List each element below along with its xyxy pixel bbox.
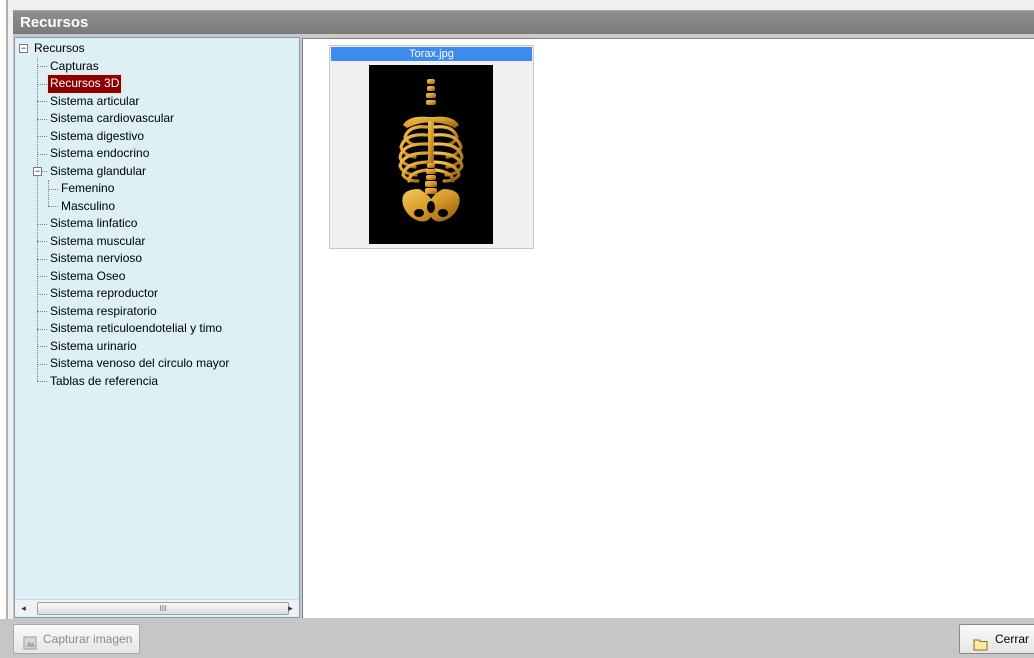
tree-connector xyxy=(37,293,47,295)
tree-connector xyxy=(48,188,58,190)
tree-connector xyxy=(37,241,47,243)
tree-connector xyxy=(37,328,47,330)
tree-node-label: Tablas de referencia xyxy=(50,373,159,388)
tree-connector xyxy=(37,223,47,225)
scroll-right-arrow[interactable]: ▸ xyxy=(282,600,299,617)
tree-node[interactable]: Sistema endocrino xyxy=(15,145,299,163)
tree-node[interactable]: Sistema digestivo xyxy=(15,128,299,146)
scroll-left-arrow[interactable]: ◂ xyxy=(15,600,32,617)
tree-connector xyxy=(37,258,47,260)
tree-connector xyxy=(37,153,47,155)
tree-node-label: Sistema Oseo xyxy=(50,268,126,283)
capture-image-button[interactable]: Capturar imagen xyxy=(13,624,140,654)
tree-node[interactable]: Sistema linfatico xyxy=(15,215,299,233)
window-title-bar: Recursos xyxy=(13,10,1034,34)
tree-connector xyxy=(37,136,47,138)
tree-connector xyxy=(37,118,47,120)
image-thumbnail-card[interactable]: Torax.jpg xyxy=(329,45,534,249)
tree-node-label: Sistema articular xyxy=(50,93,140,108)
folder-icon xyxy=(973,633,988,651)
scroll-thumb[interactable]: III xyxy=(37,602,289,615)
tree-node[interactable]: Sistema venoso del circulo mayor xyxy=(15,355,299,373)
tree-connector xyxy=(37,66,47,68)
tree-node[interactable]: Sistema nervioso xyxy=(15,250,299,268)
tree-node[interactable]: Sistema cardiovascular xyxy=(15,110,299,128)
resource-tree: − Recursos Capturas Recursos 3D Sistema arti… xyxy=(15,40,299,391)
tree-connector xyxy=(37,346,47,348)
tree-node[interactable]: Capturas xyxy=(15,58,299,76)
tree-connector xyxy=(37,83,47,85)
tree-node-label: Sistema muscular xyxy=(50,233,146,248)
tree-node[interactable]: Sistema reproductor xyxy=(15,285,299,303)
tree-node-label: Sistema linfatico xyxy=(50,216,138,230)
collapse-toggle-icon[interactable]: − xyxy=(33,166,42,176)
tree-connector xyxy=(37,101,47,103)
thumbnail-caption: Torax.jpg xyxy=(331,47,532,61)
tree-node-label: Sistema endocrino xyxy=(50,146,150,160)
tree-node-label: Sistema reproductor xyxy=(50,286,159,300)
window-left-edge xyxy=(0,0,8,658)
tree-node[interactable]: Tablas de referencia xyxy=(15,373,299,391)
tree-connector xyxy=(37,276,47,278)
tree-node-label: Sistema nervioso xyxy=(50,251,143,265)
tree-node[interactable]: Sistema respiratorio xyxy=(15,303,299,321)
close-button-label: Cerrar xyxy=(995,632,1030,646)
tree-node[interactable]: Sistema muscular xyxy=(15,233,299,251)
tree-node-label: Femenino xyxy=(61,181,115,195)
tree-node[interactable]: Sistema articular xyxy=(15,93,299,111)
tree-node[interactable]: Sistema reticuloendotelial y timo xyxy=(15,320,299,338)
tree-connector xyxy=(37,363,47,365)
tree-node-label: Masculino xyxy=(61,198,116,213)
tree-horizontal-scrollbar[interactable]: ◂ III ▸ xyxy=(15,599,299,616)
skeleton-thorax-image[interactable] xyxy=(369,65,493,244)
capture-button-label: Capturar imagen xyxy=(43,632,133,646)
tree-node-label: Sistema glandular xyxy=(50,163,147,178)
tree-node[interactable]: Recursos 3D xyxy=(15,74,299,94)
scroll-thumb-grip: III xyxy=(159,604,167,613)
tree-connector xyxy=(37,381,47,383)
capture-icon xyxy=(23,632,37,650)
window-title: Recursos xyxy=(20,14,89,31)
collapse-toggle-icon[interactable]: − xyxy=(19,44,28,53)
tree-node-label: Recursos 3D xyxy=(46,74,123,94)
tree-node-label: Sistema respiratorio xyxy=(50,303,157,318)
tree-root-node[interactable]: − Recursos xyxy=(15,40,299,58)
tree-node-label: Sistema digestivo xyxy=(50,128,145,143)
tree-node[interactable]: − Sistema glandular xyxy=(15,163,299,181)
tree-node[interactable]: Sistema urinario xyxy=(15,338,299,356)
tree-node[interactable]: Masculino xyxy=(15,198,299,216)
resource-tree-panel[interactable]: − Recursos Capturas Recursos 3D Sistema arti… xyxy=(14,37,300,618)
tree-connector xyxy=(37,311,47,313)
tree-node-label: Sistema urinario xyxy=(50,338,137,353)
tree-node-label: Capturas xyxy=(50,58,99,73)
tree-node-label: Sistema venoso del circulo mayor xyxy=(50,356,230,370)
bottom-toolbar xyxy=(0,619,1034,658)
tree-node[interactable]: Sistema Oseo xyxy=(15,268,299,286)
tree-node-label: Sistema reticuloendotelial y timo xyxy=(50,321,223,335)
close-button[interactable]: Cerrar xyxy=(959,624,1034,654)
tree-connector xyxy=(48,206,58,208)
tree-node[interactable]: Femenino xyxy=(15,180,299,198)
tree-node-label: Sistema cardiovascular xyxy=(50,111,175,125)
tree-node-label: Recursos xyxy=(34,41,85,55)
